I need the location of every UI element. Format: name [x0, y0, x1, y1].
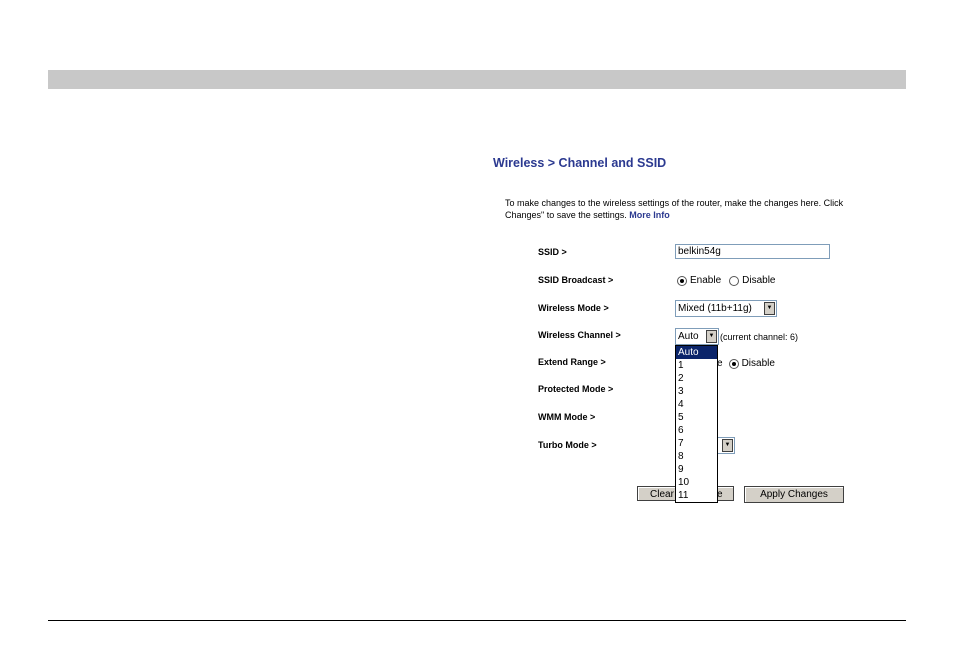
channel-option[interactable]: 4 — [676, 398, 717, 411]
current-channel-text: (current channel: 6) — [720, 332, 799, 342]
header-bar — [48, 70, 906, 89]
ssid-broadcast-disable-label: Disable — [742, 275, 776, 286]
wireless-mode-label: Wireless Mode > — [538, 303, 609, 313]
chevron-down-icon[interactable]: ▼ — [722, 439, 733, 452]
wireless-channel-select[interactable]: Auto ▼ — [675, 328, 719, 345]
ssid-broadcast-enable-label: Enable — [690, 275, 722, 286]
page-title: Wireless > Channel and SSID — [493, 156, 667, 170]
channel-option[interactable]: 7 — [676, 437, 717, 450]
more-info-link[interactable]: More Info — [629, 210, 670, 220]
chevron-down-icon[interactable]: ▼ — [764, 302, 775, 315]
router-settings-panel: Wireless > Channel and SSID To make chan… — [493, 150, 893, 515]
wmm-mode-label: WMM Mode > — [538, 412, 596, 422]
wireless-mode-value: Mixed (11b+11g) — [678, 303, 752, 314]
channel-option[interactable]: 1 — [676, 359, 717, 372]
chevron-down-icon[interactable]: ▼ — [706, 330, 717, 343]
wireless-channel-dropdown-list[interactable]: Auto 1 2 3 4 5 6 7 8 9 10 11 — [675, 345, 718, 503]
channel-option[interactable]: 8 — [676, 450, 717, 463]
wireless-channel-label: Wireless Channel > — [538, 330, 621, 340]
extend-range-disable-radio[interactable] — [728, 358, 739, 369]
channel-option[interactable]: 9 — [676, 463, 717, 476]
intro-line-2: Changes" to save the settings. More Info — [505, 210, 670, 220]
extend-range-radios: e Disable — [717, 358, 783, 369]
channel-option[interactable]: 10 — [676, 476, 717, 489]
intro-text: To make changes to the wireless settings… — [505, 197, 893, 221]
ssid-label: SSID > — [538, 247, 567, 257]
extend-range-label: Extend Range > — [538, 357, 606, 367]
intro-line-1: To make changes to the wireless settings… — [505, 198, 844, 208]
wireless-mode-select[interactable]: Mixed (11b+11g) ▼ — [675, 300, 777, 317]
footer-rule — [48, 620, 906, 621]
channel-option[interactable]: Auto — [676, 346, 717, 359]
ssid-broadcast-radios: Enable Disable — [677, 275, 784, 286]
ssid-broadcast-label: SSID Broadcast > — [538, 275, 614, 285]
channel-option[interactable]: 3 — [676, 385, 717, 398]
channel-option[interactable]: 6 — [676, 424, 717, 437]
ssid-input[interactable]: belkin54g — [675, 244, 830, 259]
wireless-channel-value: Auto — [678, 331, 699, 342]
ssid-broadcast-enable-radio[interactable] — [677, 275, 687, 286]
channel-option[interactable]: 2 — [676, 372, 717, 385]
ssid-broadcast-disable-radio[interactable] — [729, 275, 740, 286]
turbo-mode-label: Turbo Mode > — [538, 440, 597, 450]
channel-option[interactable]: 5 — [676, 411, 717, 424]
apply-changes-button[interactable]: Apply Changes — [744, 486, 844, 503]
protected-mode-label: Protected Mode > — [538, 384, 614, 394]
channel-option[interactable]: 11 — [676, 489, 717, 502]
extend-range-disable-label: Disable — [741, 358, 775, 369]
